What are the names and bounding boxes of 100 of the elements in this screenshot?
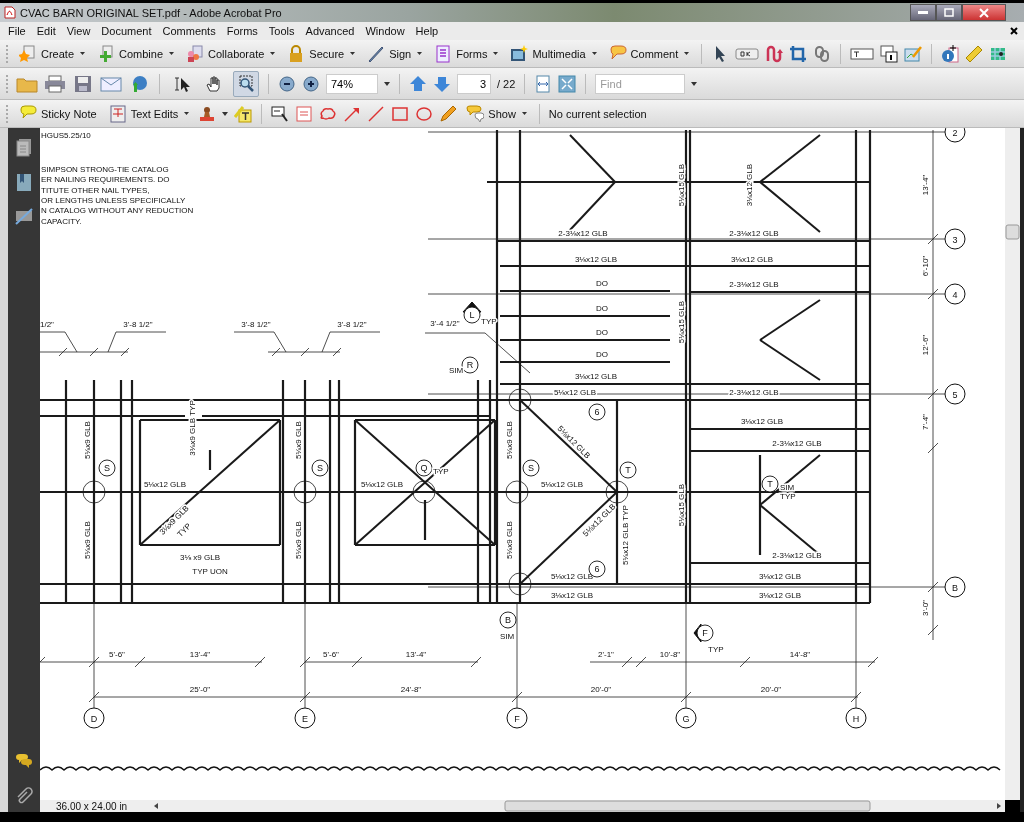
text-edit-icon [108,104,127,123]
callout-label: 6 [594,564,600,574]
caret-icon [493,52,499,55]
up-arrow-icon[interactable] [409,74,427,93]
zoom-in-icon[interactable] [302,74,320,93]
info-icon[interactable] [941,44,960,63]
link-icon[interactable] [813,44,832,63]
callout-note: TYP [481,317,497,326]
vertical-scrollbar[interactable] [1005,128,1020,800]
task-button[interactable]: Forms [431,42,502,65]
dimension-label: 12'-6" [921,334,930,356]
minimize-button[interactable] [910,4,936,21]
menu-item[interactable]: Comments [162,25,216,37]
beam-label: TYP UON [192,567,228,576]
menu-item[interactable]: Help [415,25,439,37]
menu-item[interactable]: Edit [36,25,56,37]
crop-icon[interactable] [789,44,808,63]
selection-status: No current selection [548,107,647,120]
curved-arrow-icon[interactable] [765,44,784,63]
minimize-icon [918,10,928,15]
beam-label: DO [596,279,608,288]
page-number-icon[interactable] [880,44,899,63]
beam-label: 5⅛x15 GLB [677,163,686,207]
note-text: OR LENGTHS UNLESS SPECIFICALLY [41,196,186,205]
grid-label: G [682,714,690,724]
dimension-label: 20'-0" [590,685,612,694]
callout-label: R [466,360,474,370]
plus-document-icon [97,44,116,63]
highlight-text-icon[interactable] [234,104,253,123]
menu-item[interactable]: View [66,25,91,37]
pdf-file-icon [4,6,16,19]
beam-label: 3⅛x12 GLB [740,417,784,426]
task-button[interactable]: Multimedia [507,42,600,65]
text-field-icon[interactable] [850,46,875,61]
pen-icon [367,44,386,63]
zoom-field[interactable]: 74% [326,73,378,94]
bookmark-icon[interactable] [15,172,33,192]
grid-label: E [302,714,308,724]
dimension-label: 10'-8" [659,650,681,659]
full-screen-icon[interactable] [558,74,577,93]
line-icon[interactable] [367,104,386,123]
paperclip-icon[interactable] [15,786,33,806]
beam-label: 3⅛x12 GLB [758,572,802,581]
dropdown-icon[interactable] [384,81,390,86]
printer-icon[interactable] [44,74,66,93]
text-box-icon[interactable] [271,104,290,123]
detail-bubble [461,356,479,374]
page-count: / 22 [497,77,516,90]
rectangle-icon[interactable] [391,104,410,123]
menu-item[interactable]: Document [101,25,152,37]
ruler-icon[interactable] [965,44,984,63]
pencil-icon[interactable] [439,104,458,123]
task-button[interactable]: Collaborate [183,42,279,65]
show-button[interactable]: Show [463,102,530,125]
beam-label: 3⅛x12 GLB [758,591,802,600]
down-arrow-icon[interactable] [433,74,451,93]
zoom-out-icon[interactable] [278,74,296,93]
menu-item[interactable]: Tools [268,25,295,37]
task-button[interactable]: Secure [284,42,359,65]
dropdown-icon[interactable] [222,111,229,116]
menu-item[interactable]: Window [365,25,405,37]
form-button-icon[interactable] [735,46,760,61]
page-size-label: 36.00 x 24.00 in [55,800,129,812]
fit-width-icon[interactable] [534,74,553,93]
task-button[interactable]: Sign [364,42,426,65]
dimension-label: 3'-4 1/2" [430,319,460,328]
menu-item[interactable]: Advanced [305,25,355,37]
text-edits-button[interactable]: Text Edits [105,102,193,125]
page-number-field[interactable]: 3 [457,73,491,94]
menu-item[interactable]: File [8,25,26,37]
detail-bubble [98,459,116,477]
sticky-note-button[interactable]: Sticky Note [16,102,100,125]
beam-label: 5⅛x9 GLB [294,521,303,559]
grid-bubble [506,707,528,729]
dimension-label: 3'-8 1/2" [241,320,271,329]
grid-bubble [944,283,966,305]
task-button[interactable]: Create [16,42,89,65]
caret-icon [270,52,276,55]
task-button[interactable]: Combine [94,42,178,65]
callout-note: TYP [780,492,796,501]
signature-icon[interactable] [15,206,33,226]
beam-label: 5⅛x12 GLB [143,480,187,489]
oval-icon[interactable] [415,104,434,123]
maximize-button[interactable] [936,4,962,21]
task-button[interactable]: Comment [605,42,693,65]
tool-button[interactable] [233,70,259,97]
dropdown-icon[interactable] [691,81,698,86]
detail-bubble [522,459,540,477]
beam-label: 3⅛ x9 GLB [180,553,220,562]
callout-note: SIM [449,366,464,375]
close-icon[interactable] [1010,27,1018,35]
pages-icon[interactable] [15,138,33,158]
close-button[interactable] [962,4,1006,21]
dimension-label: 5'-6" [109,650,125,659]
callout-label: S [317,463,323,473]
beam-label: 5⅛x9 GLB [294,421,303,459]
beam-label: 5⅛x12 GLB [540,480,584,489]
menu-item[interactable]: Forms [226,25,258,37]
find-field[interactable]: Find [595,73,686,94]
stamp-icon[interactable] [198,104,217,123]
